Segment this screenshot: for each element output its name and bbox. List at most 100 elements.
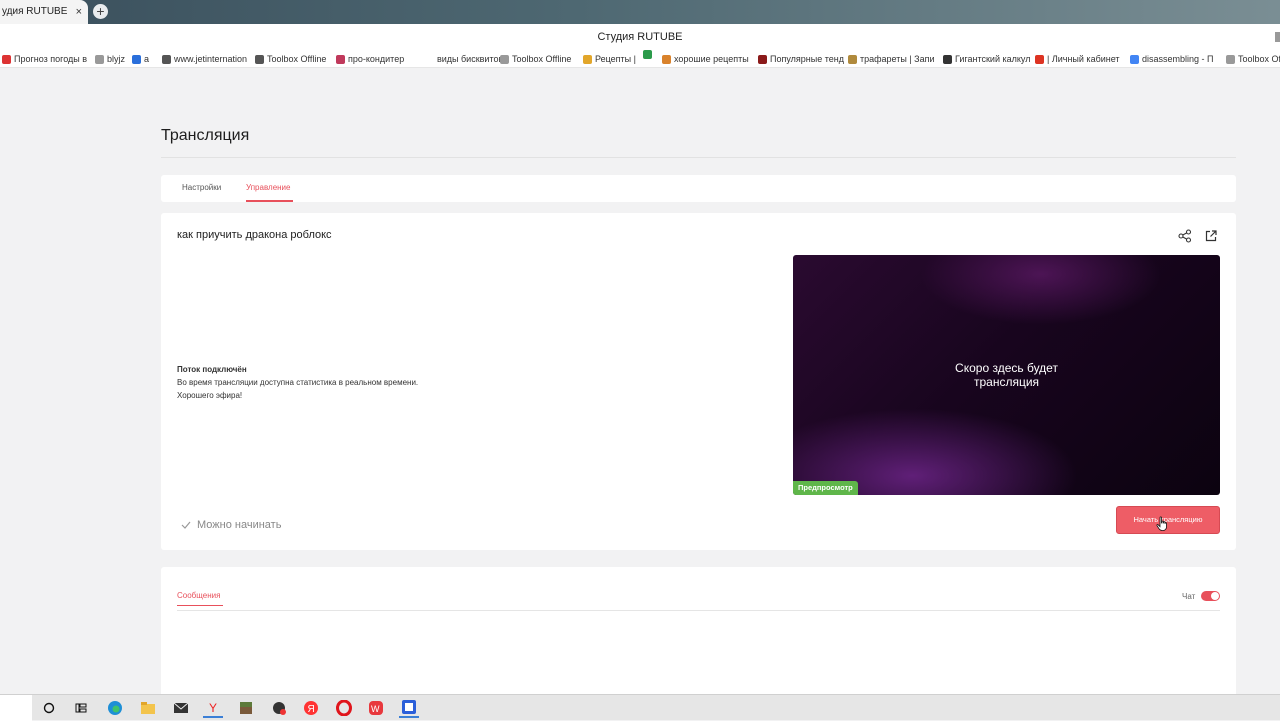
- tabs-bar: Настройки Управление: [161, 175, 1236, 202]
- bookmark-label: a: [144, 54, 150, 64]
- browser-tab[interactable]: удия RUTUBE ×: [0, 0, 88, 24]
- bookmark-item[interactable]: a: [132, 50, 150, 67]
- bookmark-label: Гигантский калкул: [955, 54, 1031, 64]
- window-title-bar: Студия RUTUBE: [0, 24, 1280, 50]
- svg-text:Я: Я: [308, 704, 315, 715]
- close-tab-icon[interactable]: ×: [76, 0, 82, 24]
- bookmark-item[interactable]: трафареты | Запи: [848, 50, 935, 67]
- active-tab-indicator: [246, 200, 293, 202]
- wps-office-icon[interactable]: W: [366, 698, 386, 718]
- yandex-browser-icon[interactable]: Y: [203, 698, 223, 718]
- task-view-icon[interactable]: [71, 698, 91, 718]
- bookmark-label: Toolbox Offline: [267, 54, 327, 64]
- svg-text:Y: Y: [209, 701, 217, 714]
- bookmark-item[interactable]: Toolbox Offl: [1226, 50, 1280, 67]
- bookmark-favicon-icon: [255, 54, 264, 64]
- check-icon: [181, 521, 191, 529]
- share-icon[interactable]: [1178, 229, 1192, 243]
- bookmark-label: Toolbox Offl: [1238, 54, 1280, 64]
- bookmark-item[interactable]: виды бисквитов: [425, 50, 504, 67]
- bookmark-favicon-icon: [500, 54, 509, 64]
- bookmark-label: про-кондитер: [348, 54, 405, 64]
- bookmark-label: Toolbox Offline: [512, 54, 572, 64]
- active-tab-indicator: [177, 605, 223, 606]
- bookmark-item[interactable]: Прогноз погоды в: [2, 50, 88, 67]
- bookmark-label: Прогноз погоды в: [14, 54, 88, 64]
- tab-settings[interactable]: Настройки: [182, 183, 221, 192]
- divider: [161, 157, 1236, 158]
- bookmark-favicon-icon: [643, 50, 652, 59]
- bookmark-favicon-icon: [662, 54, 671, 64]
- messages-card: Сообщения Чат: [161, 567, 1236, 697]
- app-icon[interactable]: [269, 698, 289, 718]
- preview-badge: Предпросмотр: [793, 481, 858, 495]
- bookmark-favicon-icon: [1130, 54, 1139, 64]
- bookmark-item[interactable]: www.jetinternation: [162, 50, 248, 67]
- bookmark-item[interactable]: [643, 50, 655, 59]
- preview-placeholder: Скоро здесь будет трансляция: [793, 361, 1220, 389]
- chat-toggle[interactable]: [1201, 591, 1220, 601]
- bookmark-item[interactable]: Toolbox Offline: [500, 50, 572, 67]
- stream-status: Поток подключён Во время трансляции дост…: [177, 363, 418, 402]
- bookmark-item[interactable]: | Личный кабинет: [1035, 50, 1120, 67]
- browser-tab-strip: удия RUTUBE × +: [0, 0, 1280, 24]
- bookmark-item[interactable]: Toolbox Offline: [255, 50, 327, 67]
- edge-icon[interactable]: [105, 698, 125, 718]
- bookmark-item[interactable]: blyjz: [95, 50, 126, 67]
- bookmark-item[interactable]: хорошие рецепты: [662, 50, 749, 67]
- bookmark-favicon-icon: [1226, 54, 1235, 64]
- new-tab-button[interactable]: +: [93, 4, 108, 19]
- tab-management[interactable]: Управление: [246, 183, 290, 192]
- bookmark-label: трафареты | Запи: [860, 54, 935, 64]
- windows-taskbar: Y Я W: [0, 694, 1280, 721]
- bookmark-label: | Личный кабинет: [1047, 54, 1120, 64]
- page-title: Трансляция: [161, 127, 250, 144]
- chat-label: Чат: [1182, 592, 1196, 601]
- stream-preview[interactable]: Скоро здесь будет трансляция Предпросмот…: [793, 255, 1220, 495]
- bookmark-favicon-icon: [848, 54, 857, 64]
- divider: [177, 610, 1220, 611]
- opera-icon[interactable]: [334, 698, 354, 718]
- ready-label: Можно начинать: [197, 519, 282, 531]
- bookmark-label: blyjz: [107, 54, 126, 64]
- tab-messages[interactable]: Сообщения: [177, 591, 220, 600]
- mail-icon[interactable]: [171, 698, 191, 718]
- hand-cursor-icon: [1156, 516, 1167, 531]
- open-external-icon[interactable]: [1204, 229, 1218, 243]
- bookmark-favicon-icon: [162, 54, 171, 64]
- bookmark-item[interactable]: disassembling - П: [1130, 50, 1214, 67]
- minecraft-icon[interactable]: [236, 698, 256, 718]
- bookmark-label: хорошие рецепты: [674, 54, 749, 64]
- bookmark-label: disassembling - П: [1142, 54, 1214, 64]
- search-icon[interactable]: [39, 698, 59, 718]
- yandex-icon[interactable]: Я: [301, 698, 321, 718]
- bookmark-label: виды бисквитов: [437, 54, 504, 64]
- stream-card: как приучить дракона роблокс Поток подкл…: [161, 213, 1236, 550]
- preview-line-2: трансляция: [973, 375, 1040, 389]
- taskbar-search-box[interactable]: [0, 695, 32, 721]
- bookmark-item[interactable]: про-кондитер: [336, 50, 405, 67]
- bookmark-favicon-icon: [95, 54, 104, 64]
- svg-text:W: W: [371, 704, 380, 714]
- bookmark-favicon-icon: [425, 54, 434, 64]
- bookmark-favicon-icon: [2, 54, 11, 64]
- bookmark-icon[interactable]: [1275, 32, 1280, 42]
- bookmark-favicon-icon: [758, 54, 767, 64]
- bookmark-item[interactable]: Рецепты |: [583, 50, 636, 67]
- bookmarks-bar: Прогноз погоды в blyjz a www.jetinternation…: [0, 50, 1280, 68]
- ready-status: Можно начинать: [181, 519, 281, 531]
- start-stream-button[interactable]: Начать трансляцию: [1116, 506, 1220, 534]
- bookmark-label: Популярные тенд: [770, 54, 844, 64]
- browser-tab-title: удия RUTUBE: [2, 6, 68, 17]
- bookmark-item[interactable]: Гигантский калкул: [943, 50, 1031, 67]
- file-explorer-icon[interactable]: [138, 698, 158, 718]
- bookmark-item[interactable]: Популярные тенд: [758, 50, 844, 67]
- active-app-icon[interactable]: [399, 698, 419, 718]
- stream-title: как приучить дракона роблокс: [177, 229, 332, 241]
- preview-line-1: Скоро здесь будет: [955, 361, 1058, 375]
- bookmark-favicon-icon: [336, 54, 345, 64]
- bookmark-label: www.jetinternation: [174, 54, 248, 64]
- bookmark-favicon-icon: [1035, 54, 1044, 64]
- window-title: Студия RUTUBE: [597, 31, 683, 43]
- bookmark-favicon-icon: [943, 54, 952, 64]
